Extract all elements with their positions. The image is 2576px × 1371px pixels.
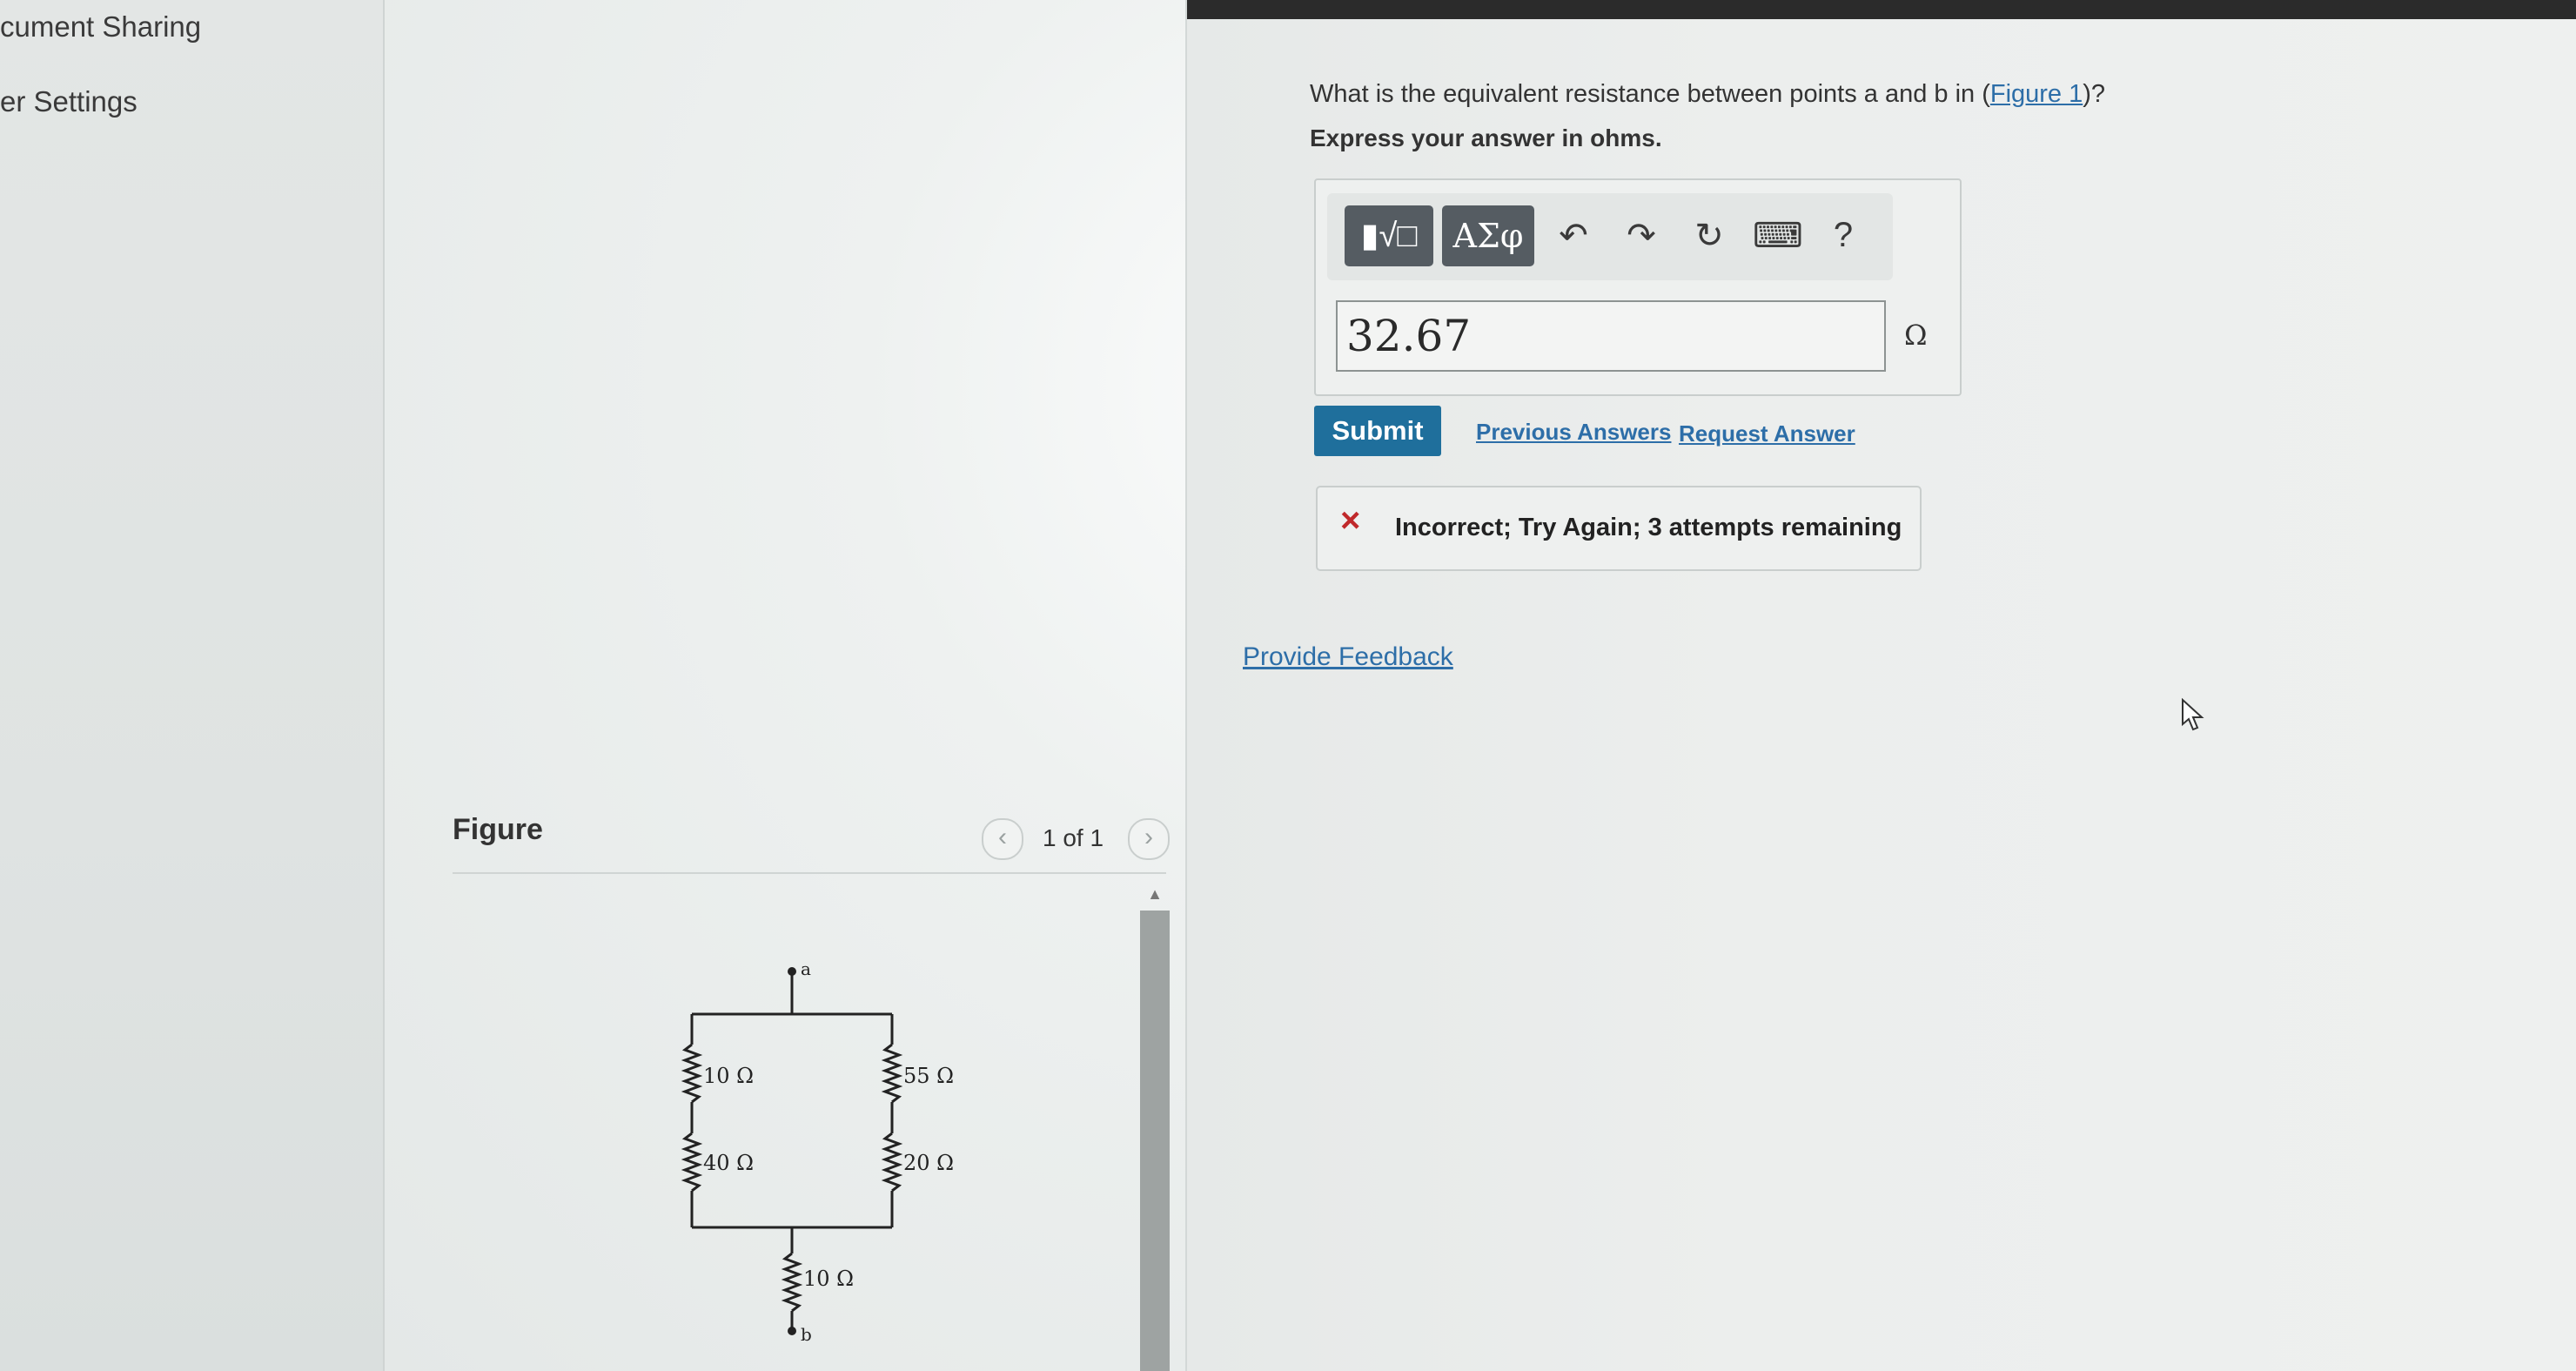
terminal-b [788, 1327, 796, 1335]
answer-instruction: Express your answer in ohms. [1310, 124, 1662, 151]
question-prefix: What is the equivalent resistance betwee… [1310, 80, 1990, 108]
previous-answers-link[interactable]: Previous Answers [1476, 419, 1671, 446]
unit-label: Ω [1904, 319, 1928, 352]
redo-icon[interactable]: ↷ [1617, 216, 1666, 256]
help-button[interactable]: ? [1819, 216, 1868, 255]
figure-link[interactable]: Figure 1 [1990, 80, 2083, 108]
nav-item-user-settings[interactable]: er Settings [0, 85, 138, 118]
incorrect-x-icon: × [1340, 501, 1361, 540]
provide-feedback-link[interactable]: Provide Feedback [1243, 642, 1453, 672]
question-suffix: )? [2083, 80, 2106, 108]
request-answer-link[interactable]: Request Answer [1679, 420, 1855, 447]
label-resistor-right-bottom: 20 Ω [903, 1151, 954, 1175]
mouse-pointer-icon [2182, 698, 2204, 731]
chevron-left-icon[interactable]: ‹ [982, 818, 1023, 860]
circuit-diagram: a b 10 Ω 40 Ω 55 Ω 20 Ω 10 Ω [681, 958, 954, 1345]
undo-icon[interactable]: ↶ [1549, 216, 1598, 256]
left-navigation: cument Sharing er Settings [0, 0, 385, 1371]
scrollbar-thumb[interactable] [1140, 911, 1170, 1371]
label-resistor-left-top: 10 Ω [703, 1064, 754, 1088]
figure-title: Figure [453, 813, 543, 846]
scroll-up-arrow-icon[interactable]: ▲ [1140, 879, 1170, 909]
submit-button[interactable]: Submit [1314, 406, 1441, 456]
figure-divider [453, 872, 1166, 874]
terminal-a [788, 967, 796, 976]
label-resistor-series: 10 Ω [803, 1267, 854, 1291]
templates-button[interactable]: ▮√□ [1345, 205, 1433, 266]
label-point-a: a [801, 958, 811, 979]
chevron-right-icon[interactable]: › [1128, 818, 1170, 860]
question-text: What is the equivalent resistance betwee… [1310, 80, 2105, 109]
top-bar [1184, 0, 2576, 19]
label-resistor-right-top: 55 Ω [903, 1064, 954, 1088]
symbols-button[interactable]: ΑΣφ [1442, 205, 1534, 266]
answer-input[interactable]: 32.67 [1336, 300, 1886, 372]
nav-item-document-sharing[interactable]: cument Sharing [0, 10, 201, 44]
keyboard-icon[interactable]: ⌨ [1753, 216, 1803, 256]
reset-icon[interactable]: ↻ [1685, 216, 1734, 256]
label-point-b: b [801, 1324, 812, 1345]
label-resistor-left-bottom: 40 Ω [703, 1151, 754, 1175]
figure-pager-label: 1 of 1 [1043, 824, 1104, 851]
figure-scrollbar[interactable]: ▲ [1140, 879, 1170, 1371]
feedback-message: Incorrect; Try Again; 3 attempts remaini… [1395, 514, 1902, 541]
